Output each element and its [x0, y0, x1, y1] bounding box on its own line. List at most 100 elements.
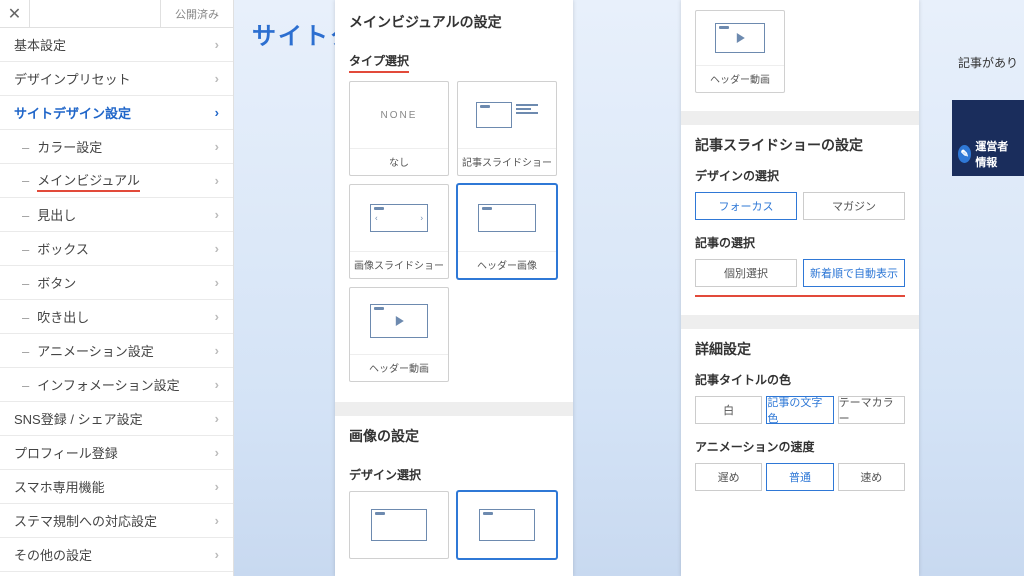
nav-item-0[interactable]: 基本設定 ›	[0, 28, 233, 62]
nav-label: デザインプリセット	[14, 72, 131, 87]
divider	[681, 315, 919, 329]
tile-header-video[interactable]: ヘッダー動画	[695, 10, 785, 93]
close-icon[interactable]: ✕	[0, 0, 30, 27]
type-tile-grid: NONEなし記事スライドショー ‹›画像スライドショーヘッダー画像ヘッダー動画	[349, 81, 559, 382]
chevron-right-icon: ›	[215, 241, 219, 256]
tile-caption: なし	[350, 148, 448, 175]
tile-caption: ヘッダー動画	[350, 354, 448, 381]
pencil-icon: ✎	[958, 145, 971, 163]
option-button[interactable]: フォーカス	[695, 192, 797, 220]
divider	[335, 402, 573, 416]
chevron-right-icon: ›	[215, 513, 219, 528]
main-visual-panel: メインビジュアルの設定 タイプ選択 NONEなし記事スライドショー ‹›画像スライ…	[335, 0, 573, 576]
slideshow-panel: ヘッダー動画 記事スライドショーの設定 デザインの選択 フォーカスマガジン 記事…	[681, 0, 919, 576]
nav-label: スマホ専用機能	[14, 480, 105, 495]
title-color-row: 白記事の文字色テーマカラー	[695, 396, 905, 424]
nav-item-13[interactable]: スマホ専用機能 ›	[0, 470, 233, 504]
nav-item-8[interactable]: –吹き出し›	[0, 300, 233, 334]
nav-item-1[interactable]: デザインプリセット ›	[0, 62, 233, 96]
spacer	[30, 0, 160, 27]
nav-label: プロフィール登録	[14, 446, 118, 461]
anim-speed-row: 遅め普通速め	[695, 463, 905, 491]
nav-label: アニメーション設定	[37, 344, 153, 359]
publish-status[interactable]: 公開済み	[160, 0, 233, 27]
chevron-right-icon: ›	[215, 547, 219, 562]
settings-nav: 基本設定›デザインプリセット›サイトデザイン設定›–カラー設定›–メインビジュア…	[0, 28, 233, 572]
nav-item-15[interactable]: その他の設定 ›	[0, 538, 233, 572]
panel-title: メインビジュアルの設定	[349, 12, 559, 32]
tile-caption: 記事スライドショー	[458, 148, 556, 175]
type-select-label: タイプ選択	[349, 52, 409, 73]
chevron-right-icon: ›	[215, 173, 219, 188]
chevron-right-icon: ›	[215, 275, 219, 290]
detail-title: 詳細設定	[695, 339, 905, 359]
tile-none[interactable]: NONEなし	[349, 81, 449, 176]
nav-label: インフォメーション設定	[37, 378, 179, 393]
chevron-right-icon: ›	[215, 479, 219, 494]
divider	[681, 111, 919, 125]
tile-slider[interactable]: ‹›画像スライドショー	[349, 184, 449, 279]
tile-caption: ヘッダー画像	[458, 251, 556, 278]
article-snippet: 記事があり	[958, 54, 1024, 71]
option-button[interactable]: 速め	[838, 463, 905, 491]
image-section-title: 画像の設定	[349, 426, 559, 446]
nav-label: その他の設定	[14, 548, 92, 563]
design-tile-grid	[349, 491, 559, 559]
chevron-right-icon: ›	[215, 343, 219, 358]
nav-item-7[interactable]: –ボタン›	[0, 266, 233, 300]
chevron-right-icon: ›	[215, 139, 219, 154]
nav-item-11[interactable]: SNS登録 / シェア設定 ›	[0, 402, 233, 436]
design-choice-row: フォーカスマガジン	[695, 192, 905, 220]
article-choice-label: 記事の選択	[695, 234, 905, 251]
tile-header[interactable]: ヘッダー画像	[457, 184, 557, 279]
option-button[interactable]: 記事の文字色	[766, 396, 833, 424]
nav-item-12[interactable]: プロフィール登録›	[0, 436, 233, 470]
nav-item-2[interactable]: サイトデザイン設定 ›	[0, 96, 233, 130]
chevron-right-icon: ›	[215, 309, 219, 324]
option-button[interactable]: 普通	[766, 463, 833, 491]
option-button[interactable]: マガジン	[803, 192, 905, 220]
nav-label: 基本設定	[14, 38, 66, 53]
nav-label: SNS登録 / シェア設定	[14, 412, 143, 427]
tile-article[interactable]: 記事スライドショー	[457, 81, 557, 176]
operator-info-badge[interactable]: ✎ 運営者情報	[958, 138, 1016, 170]
nav-label: サイトデザイン設定	[14, 106, 131, 121]
option-button[interactable]: 個別選択	[695, 259, 797, 287]
tile-caption: 画像スライドショー	[350, 251, 448, 278]
chevron-right-icon: ›	[215, 377, 219, 392]
chevron-right-icon: ›	[215, 207, 219, 222]
nav-item-9[interactable]: –アニメーション設定›	[0, 334, 233, 368]
nav-label: カラー設定	[37, 140, 102, 155]
option-button[interactable]: テーマカラー	[838, 396, 905, 424]
tile-video[interactable]: ヘッダー動画	[349, 287, 449, 382]
nav-label: ステマ規制への対応設定	[14, 514, 157, 529]
nav-item-4[interactable]: –メインビジュアル›	[0, 164, 233, 198]
nav-label: メインビジュアル	[37, 170, 140, 192]
nav-item-14[interactable]: ステマ規制への対応設定 ›	[0, 504, 233, 538]
design-tile[interactable]	[349, 491, 449, 559]
chevron-right-icon: ›	[215, 411, 219, 426]
design-select-label: デザイン選択	[349, 466, 421, 483]
slideshow-title: 記事スライドショーの設定	[695, 135, 905, 155]
nav-label: 見出し	[37, 208, 76, 223]
nav-item-10[interactable]: –インフォメーション設定›	[0, 368, 233, 402]
article-choice-row: 個別選択新着順で自動表示	[695, 259, 905, 297]
option-button[interactable]: 遅め	[695, 463, 762, 491]
option-button[interactable]: 新着順で自動表示	[803, 259, 905, 287]
anim-speed-label: アニメーションの速度	[695, 438, 905, 455]
nav-label: 吹き出し	[37, 310, 89, 325]
nav-item-6[interactable]: –ボックス›	[0, 232, 233, 266]
option-button[interactable]: 白	[695, 396, 762, 424]
badge-label: 運営者情報	[975, 138, 1016, 170]
design-choice-label: デザインの選択	[695, 167, 905, 184]
nav-label: ボタン	[37, 276, 76, 291]
chevron-right-icon: ›	[215, 37, 219, 52]
right-strip: 記事があり ✎ 運営者情報	[958, 0, 1024, 576]
nav-item-5[interactable]: –見出し›	[0, 198, 233, 232]
design-tile[interactable]	[457, 491, 557, 559]
chevron-right-icon: ›	[215, 105, 219, 120]
tile-caption: ヘッダー動画	[696, 65, 784, 92]
chevron-right-icon: ›	[215, 71, 219, 86]
nav-item-3[interactable]: –カラー設定›	[0, 130, 233, 164]
title-color-label: 記事タイトルの色	[695, 371, 905, 388]
